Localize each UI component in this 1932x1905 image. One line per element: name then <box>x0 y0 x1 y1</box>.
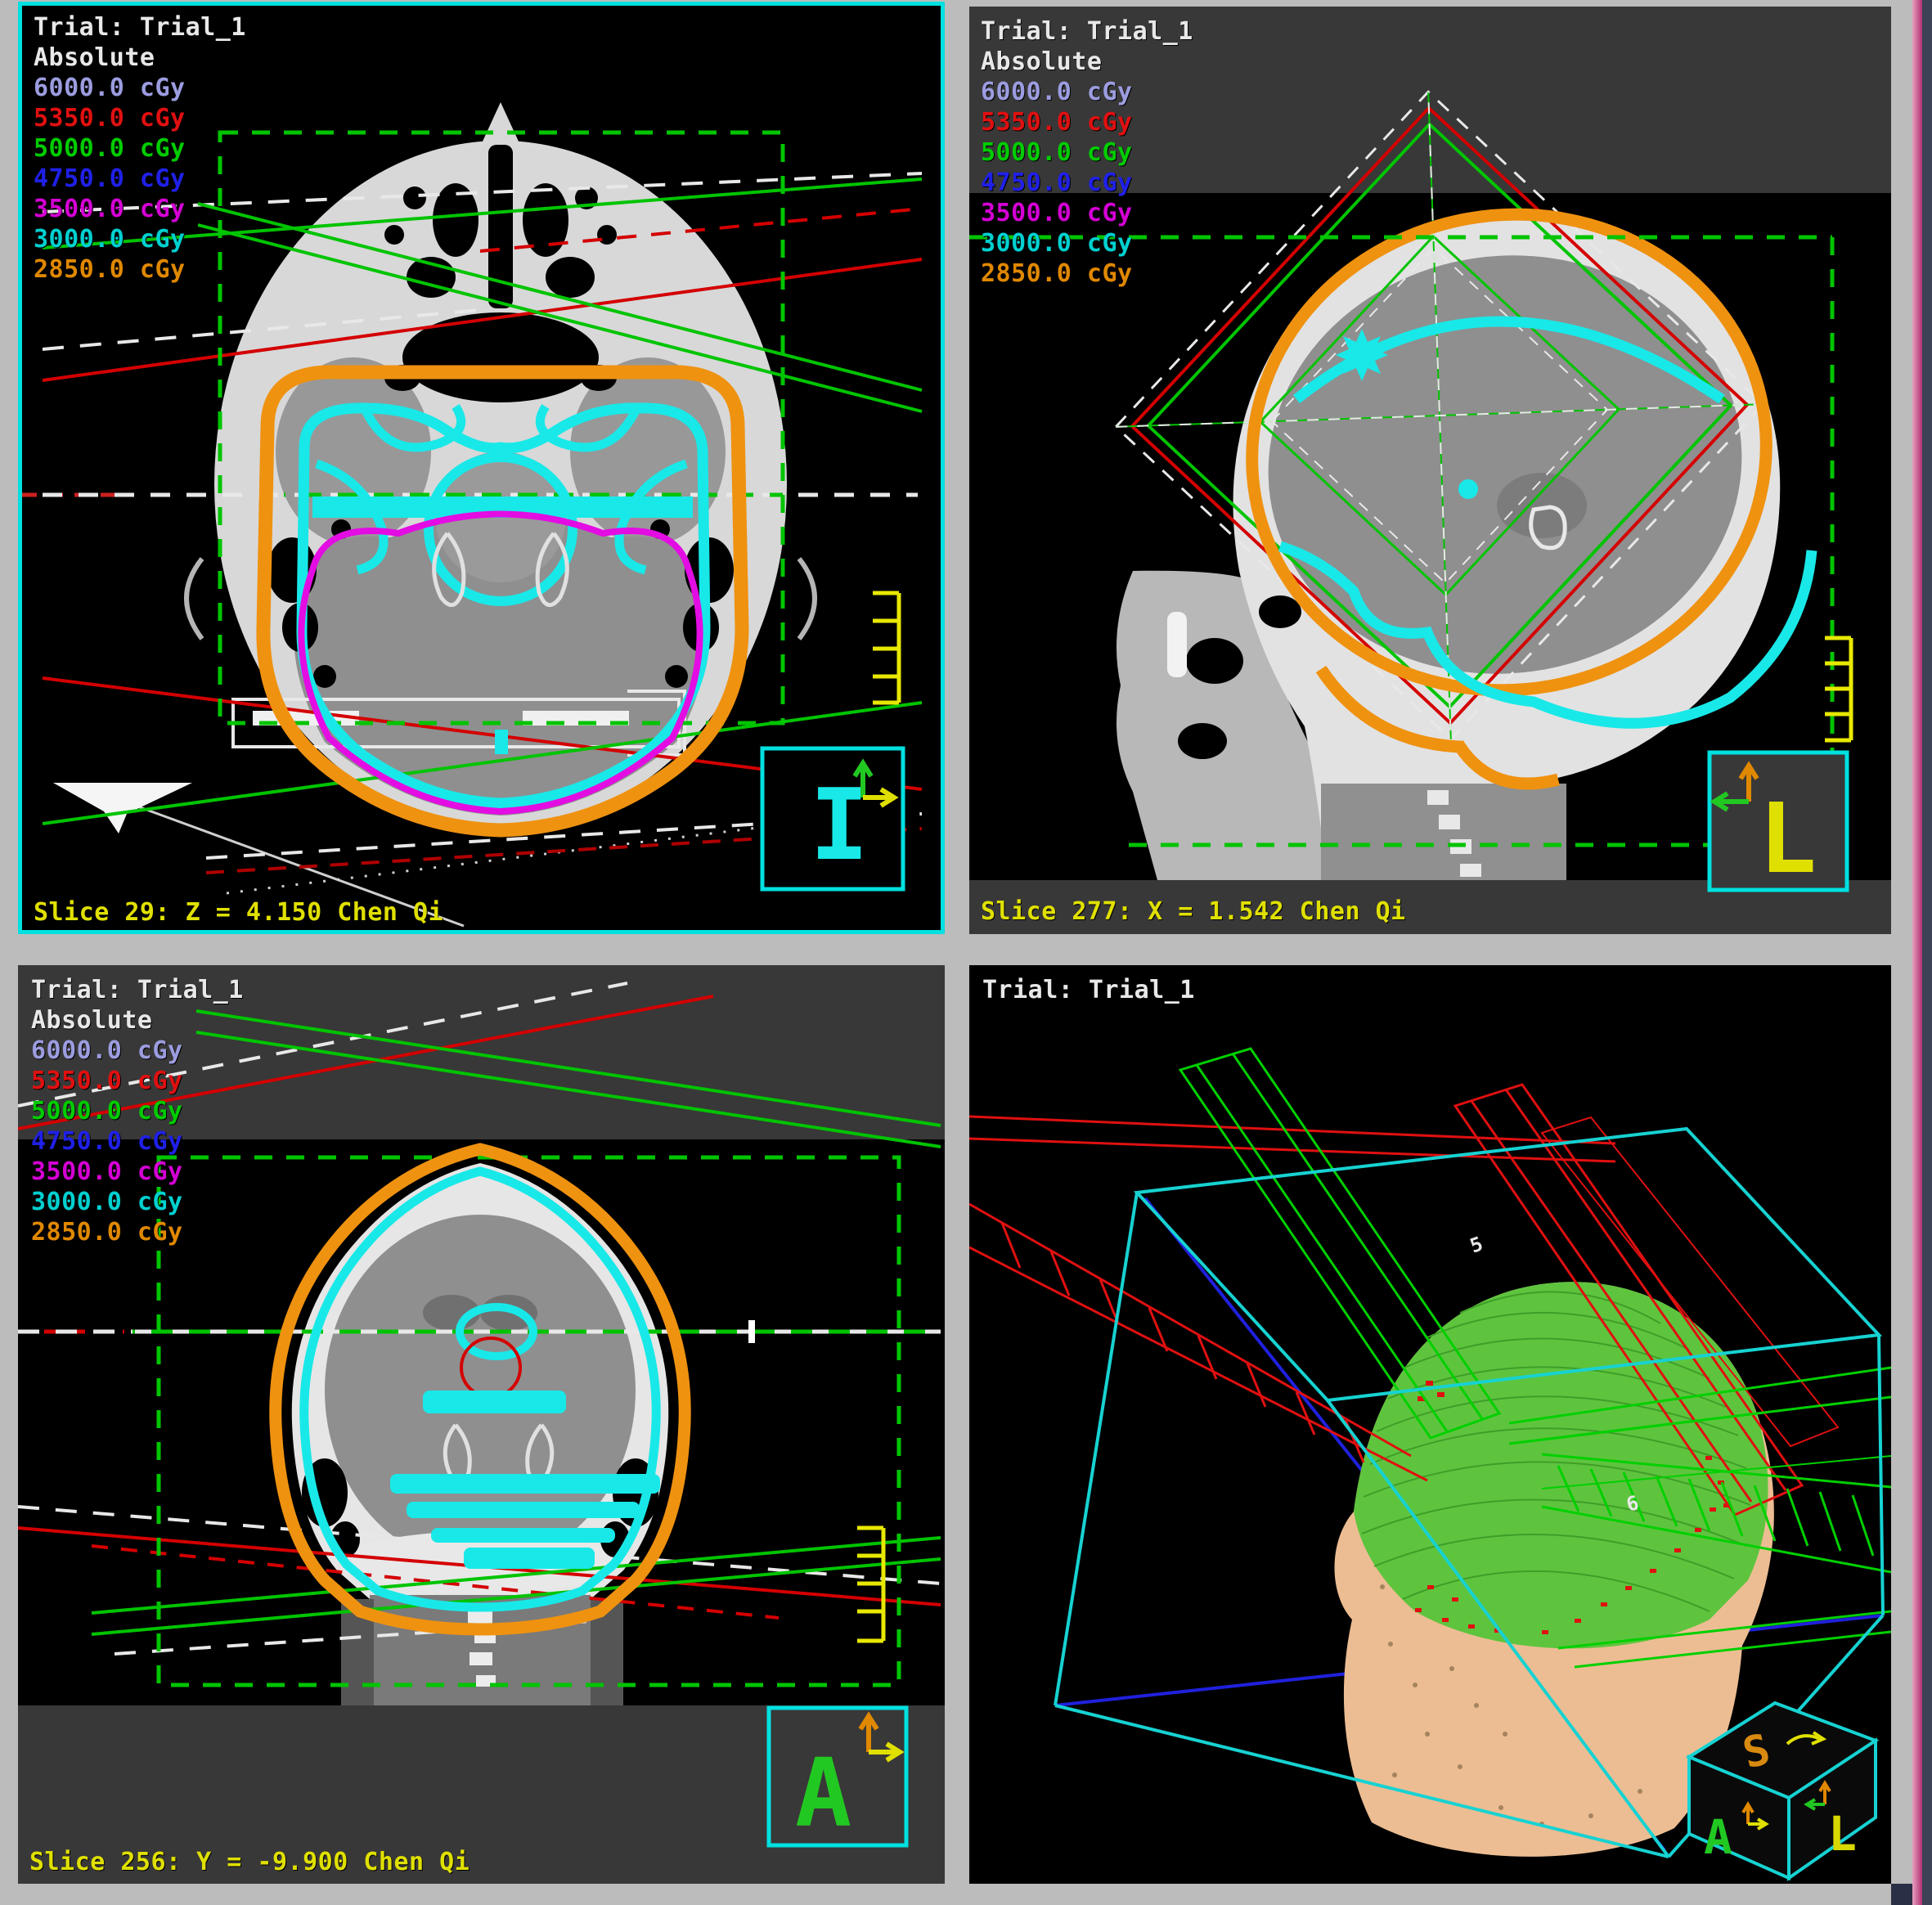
isodose-level: 4750.0 cGy <box>981 168 1193 198</box>
3d-scene-render: 5 6 S A L <box>969 965 1891 1884</box>
slice-position-label: Slice 277: X = 1.542 Chen Qi <box>981 896 1406 927</box>
isodose-level: 3000.0 cGy <box>34 224 246 254</box>
isodose-level: 4750.0 cGy <box>34 164 246 194</box>
trial-label: Trial: Trial_1 <box>31 975 244 1005</box>
isocenter-marker <box>1336 329 1388 381</box>
orientation-letter: I <box>810 769 869 883</box>
isodose-level: 2850.0 cGy <box>34 254 246 285</box>
isodose-level: 3000.0 cGy <box>31 1187 244 1217</box>
viewport-axial[interactable]: I Trial: Trial_1 Absolute 6000.0 cGy 535… <box>18 2 945 934</box>
trial-header: Trial: Trial_1 <box>982 975 1195 1005</box>
dose-mode-label: Absolute <box>981 47 1193 77</box>
isodose-level: 5350.0 cGy <box>34 103 246 133</box>
isodose-level: 5000.0 cGy <box>31 1096 244 1126</box>
axial-scale-ruler <box>873 593 899 703</box>
window-corner-notch <box>1891 1884 1912 1905</box>
trial-label: Trial: Trial_1 <box>982 975 1195 1005</box>
isodose-level: 6000.0 cGy <box>34 73 246 103</box>
sagittal-orientation-indicator: L <box>1710 753 1847 895</box>
isodose-legend: Trial: Trial_1 Absolute 6000.0 cGy 5350.… <box>31 975 244 1247</box>
isodose-level: 2850.0 cGy <box>981 258 1193 289</box>
viewport-sagittal[interactable]: L Trial: Trial_1 Absolute 6000.0 cGy 535… <box>969 7 1891 934</box>
orientation-letter: L <box>1759 782 1817 895</box>
isodose-level: 3500.0 cGy <box>34 194 246 224</box>
svg-text:5: 5 <box>1467 1232 1485 1257</box>
cube-letter-anterior: A <box>1704 1809 1732 1865</box>
window-border-pink <box>1912 0 1922 1905</box>
isodose-level: 4750.0 cGy <box>31 1126 244 1157</box>
trial-label: Trial: Trial_1 <box>34 12 246 43</box>
desktop-edge <box>1922 0 1932 1905</box>
sagittal-ct-head <box>1117 215 1780 880</box>
slice-position-label: Slice 29: Z = 4.150 Chen Qi <box>34 897 443 928</box>
dose-mode-label: Absolute <box>31 1005 244 1036</box>
cube-letter-left: L <box>1828 1806 1857 1862</box>
isodose-level: 3500.0 cGy <box>31 1157 244 1187</box>
isodose-level: 5350.0 cGy <box>31 1066 244 1096</box>
slice-position-label: Slice 256: Y = -9.900 Chen Qi <box>29 1847 470 1877</box>
viewport-3d[interactable]: 5 6 S A L <box>969 965 1891 1884</box>
trial-label: Trial: Trial_1 <box>981 16 1193 47</box>
isodose-level: 6000.0 cGy <box>31 1036 244 1066</box>
treatment-planning-app: I Trial: Trial_1 Absolute 6000.0 cGy 535… <box>0 0 1932 1905</box>
orientation-letter: A <box>795 1739 851 1849</box>
axial-couch-arrow <box>53 783 192 833</box>
viewport-coronal[interactable]: A Trial: Trial_1 Absolute 6000.0 cGy 535… <box>18 965 945 1884</box>
isodose-level: 5350.0 cGy <box>981 107 1193 137</box>
isodose-legend: Trial: Trial_1 Absolute 6000.0 cGy 5350.… <box>981 16 1193 289</box>
isodose-level: 3000.0 cGy <box>981 228 1193 258</box>
coronal-orientation-indicator: A <box>769 1708 906 1849</box>
isodose-level: 5000.0 cGy <box>34 133 246 164</box>
isodose-level: 6000.0 cGy <box>981 77 1193 107</box>
isodose-level: 2850.0 cGy <box>31 1217 244 1247</box>
isodose-level: 5000.0 cGy <box>981 137 1193 168</box>
dose-mode-label: Absolute <box>34 43 246 73</box>
axial-orientation-indicator: I <box>762 748 903 889</box>
sagittal-scale-ruler <box>1825 638 1851 740</box>
isodose-level: 3500.0 cGy <box>981 198 1193 228</box>
isodose-legend: Trial: Trial_1 Absolute 6000.0 cGy 5350.… <box>34 12 246 285</box>
